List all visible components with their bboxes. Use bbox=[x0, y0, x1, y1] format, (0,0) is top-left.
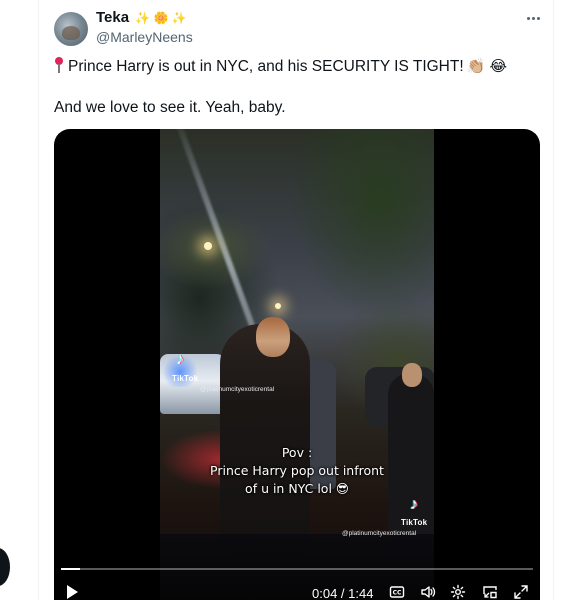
video-player[interactable]: ♪ TikTok @platinumcityexoticrental Pov :… bbox=[54, 129, 540, 600]
tiktok-logo-icon: ♪ bbox=[176, 351, 184, 368]
video-controls: 0:04 / 1:44 CC bbox=[54, 581, 540, 600]
main-person-head bbox=[256, 317, 290, 357]
volume-icon[interactable] bbox=[420, 584, 436, 600]
tweet-emojis: 👏🏼 😂 bbox=[466, 58, 508, 75]
svg-text:CC: CC bbox=[393, 590, 402, 597]
picture-in-picture-icon[interactable] bbox=[482, 584, 498, 600]
tweet-text-line-1: Prince Harry is out in NYC, and his SECU… bbox=[54, 57, 507, 77]
caption-line-3: of u in NYC lol 😎 bbox=[245, 481, 349, 496]
display-name-text[interactable]: Teka bbox=[96, 9, 129, 26]
street-light bbox=[275, 303, 281, 309]
tiktok-logo-icon: ♪ bbox=[410, 496, 418, 513]
main-person bbox=[220, 324, 310, 554]
caption-line-1: Pov : bbox=[281, 445, 313, 460]
settings-gear-icon[interactable] bbox=[450, 584, 466, 600]
name-emojis: ✨ 🌼 ✨ bbox=[135, 11, 187, 25]
caption-line-2: Prince Harry pop out infront bbox=[210, 463, 384, 478]
floating-action-button[interactable] bbox=[0, 548, 10, 586]
display-name[interactable]: Teka ✨ 🌼 ✨ bbox=[96, 9, 187, 27]
fullscreen-icon[interactable] bbox=[513, 584, 529, 600]
closed-captions-icon[interactable]: CC bbox=[389, 584, 405, 600]
video-frame[interactable]: ♪ TikTok @platinumcityexoticrental Pov :… bbox=[160, 129, 434, 600]
tweet-text: Prince Harry is out in NYC, and his SECU… bbox=[68, 58, 464, 75]
street-light bbox=[204, 242, 212, 250]
round-pushpin-icon bbox=[54, 57, 64, 73]
tweet-text-line-2: And we love to see it. Yeah, baby. bbox=[54, 99, 286, 116]
tiktok-watermark-username: @platinumcityexoticrental bbox=[200, 386, 275, 393]
video-progress-bar[interactable] bbox=[61, 568, 533, 570]
user-handle[interactable]: @MarleyNeens bbox=[96, 29, 193, 45]
tiktok-watermark-username: @platinumcityexoticrental bbox=[342, 530, 417, 537]
video-time: 0:04 / 1:44 bbox=[312, 586, 374, 600]
avatar[interactable] bbox=[54, 12, 88, 46]
more-options-button[interactable] bbox=[522, 8, 544, 28]
more-horizontal-icon bbox=[526, 16, 530, 20]
video-progress-fill bbox=[61, 568, 80, 570]
tiktok-watermark-brand: TikTok bbox=[172, 374, 199, 383]
tiktok-watermark-brand: TikTok bbox=[401, 518, 428, 527]
play-icon[interactable] bbox=[67, 585, 78, 599]
